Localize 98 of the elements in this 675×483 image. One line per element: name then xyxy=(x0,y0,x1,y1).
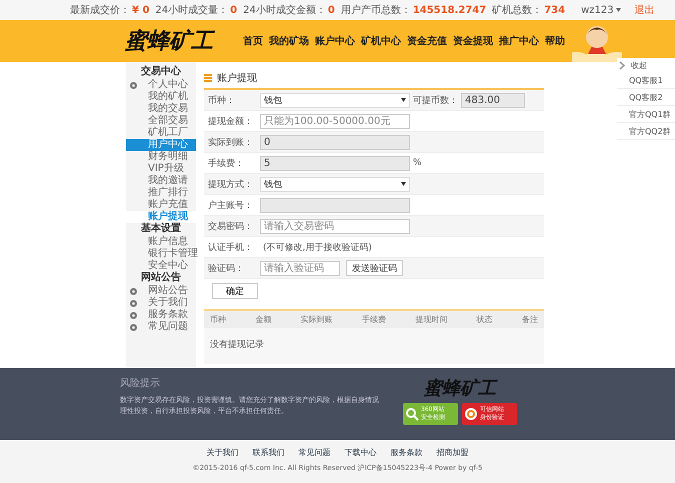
column-header: 币种 xyxy=(210,314,226,325)
nav-link[interactable]: 我的矿场 xyxy=(269,34,309,48)
column-header: 金额 xyxy=(255,314,272,325)
sidebar-item[interactable]: 我的矿机 xyxy=(126,91,196,103)
footer-link[interactable]: 联系我们 xyxy=(252,447,284,458)
bullet-icon xyxy=(130,312,137,318)
logo[interactable]: 蜜蜂矿工 xyxy=(125,26,235,56)
unit-label: % xyxy=(413,158,422,168)
field-label: 币种： xyxy=(208,94,236,106)
stat-label: 矿机总数： xyxy=(492,4,542,17)
caret-icon xyxy=(401,98,406,102)
sidebar-item[interactable]: 推广排行 xyxy=(126,187,196,199)
caret-icon xyxy=(401,182,406,186)
sidebar-item[interactable]: 关于我们 xyxy=(126,297,196,309)
contact-link[interactable]: QQ客服1 xyxy=(617,72,675,89)
field-label: 验证码： xyxy=(208,262,245,274)
magnifier-icon xyxy=(405,407,419,421)
sidebar-item[interactable]: 账户提现 xyxy=(126,211,196,223)
input-field[interactable] xyxy=(260,198,410,212)
field-label: 认证手机： xyxy=(208,242,254,254)
sidebar-item[interactable]: 安全中心 xyxy=(126,260,196,272)
input-field[interactable]: 只能为100.00-50000.00元 xyxy=(260,114,410,128)
sidebar-item[interactable]: 全部交易 xyxy=(126,115,196,127)
column-header: 提现时间 xyxy=(415,314,448,325)
bullet-icon xyxy=(130,288,137,294)
nav-link[interactable]: 帮助 xyxy=(545,34,565,48)
sidebar-item[interactable]: 银行卡管理 xyxy=(126,248,196,260)
sidebar-item[interactable]: 我的交易 xyxy=(126,103,196,115)
list-icon xyxy=(204,74,212,82)
nav-link[interactable]: 账户中心 xyxy=(315,34,355,48)
input-field[interactable]: 0 xyxy=(260,134,410,150)
chevron-icon xyxy=(619,60,625,70)
stat-value: 145518.2747 xyxy=(412,4,486,16)
sidebar-item[interactable]: 用户中心 xyxy=(126,139,196,151)
sidebar-item[interactable]: 常见问题 xyxy=(126,321,196,333)
select-field[interactable]: 钱包 xyxy=(260,92,410,108)
input-field[interactable]: 请输入验证码 xyxy=(260,260,340,276)
nav-link[interactable]: 资金提现 xyxy=(453,34,493,48)
nav-link[interactable]: 推广中心 xyxy=(499,34,539,48)
sidebar-item[interactable]: 矿机工厂 xyxy=(126,127,196,139)
send-code-button[interactable]: 发送验证码 xyxy=(346,260,403,276)
stat-value: 0 xyxy=(230,4,238,16)
footer-link[interactable]: 招商加盟 xyxy=(436,447,468,458)
field-label: 提现方式： xyxy=(208,178,254,190)
contact-link[interactable]: 官方QQ2群 xyxy=(617,123,675,140)
stat-label: 最新成交价： xyxy=(70,4,130,17)
sidebar-item[interactable]: 个人中心 xyxy=(126,79,196,91)
field-label: 手续费： xyxy=(208,158,245,170)
sidebar-item[interactable]: 服务条款 xyxy=(126,309,196,321)
field-value: (不可修改,用于接收验证码) xyxy=(263,242,372,254)
contact-link[interactable]: QQ客服2 xyxy=(617,89,675,106)
field-label: 交易密码： xyxy=(208,220,254,232)
risk-title: 风险提示 xyxy=(120,377,161,390)
column-header: 手续费 xyxy=(362,314,386,325)
stat-value: 0 xyxy=(328,4,335,16)
sidebar-heading: 交易中心 xyxy=(140,66,182,78)
bullet-icon xyxy=(130,82,137,88)
user-menu[interactable]: wz123 xyxy=(581,4,621,16)
footer-link[interactable]: 常见问题 xyxy=(298,447,330,458)
sidebar-item[interactable]: VIP升级 xyxy=(126,163,196,175)
nav-link[interactable]: 矿机中心 xyxy=(361,34,401,48)
sidebar-item[interactable]: 财务明细 xyxy=(126,151,196,163)
sidebar-item[interactable]: 账户充值 xyxy=(126,199,196,211)
collapse-link[interactable]: 收起 xyxy=(617,58,675,72)
nav-link[interactable]: 首页 xyxy=(243,34,263,48)
sidebar-heading: 网站公告 xyxy=(140,272,182,284)
input-field[interactable]: 5 xyxy=(260,156,410,170)
contact-link[interactable]: 官方QQ1群 xyxy=(617,106,675,123)
field-label: 实际到账： xyxy=(208,136,254,148)
panel-title: 账户提现 xyxy=(217,72,257,85)
column-header: 实际到账 xyxy=(300,314,333,325)
stat-label: 24小时成交量： xyxy=(155,4,228,17)
stat-label: 24小时成交金额： xyxy=(243,4,326,17)
footer-link[interactable]: 服务条款 xyxy=(390,447,422,458)
footer-link[interactable]: 下载中心 xyxy=(344,447,376,458)
select-field[interactable]: 钱包 xyxy=(260,176,410,192)
stat-value: ¥ 0 xyxy=(132,4,150,16)
empty-message: 没有提现记录 xyxy=(209,338,265,352)
field-label: 户主账号： xyxy=(208,200,254,212)
sidebar-item[interactable]: 账户信息 xyxy=(126,236,196,248)
column-header: 备注 xyxy=(522,314,538,325)
bullet-icon xyxy=(130,324,137,330)
confirm-button[interactable]: 确定 xyxy=(212,283,258,299)
input-field[interactable]: 请输入交易密码 xyxy=(260,218,410,234)
footer-logo: 蜜蜂矿工 xyxy=(424,377,496,400)
sidebar-heading: 基本设置 xyxy=(140,223,182,236)
stat-label: 用户产币总数： xyxy=(340,4,411,17)
field-label: 提现金额： xyxy=(208,116,254,128)
caret-icon xyxy=(616,8,621,12)
nav-link[interactable]: 资金充值 xyxy=(407,34,447,48)
column-header: 状态 xyxy=(476,314,493,325)
footer-link[interactable]: 关于我们 xyxy=(206,447,238,458)
sidebar-item[interactable]: 网站公告 xyxy=(126,285,196,297)
bullet-icon xyxy=(130,300,137,306)
stat-value: 734 xyxy=(544,4,566,16)
sidebar-item[interactable]: 我的邀请 xyxy=(126,175,196,187)
input-field[interactable]: 483.00 xyxy=(461,92,525,108)
field-label: 可提币数： xyxy=(413,94,458,106)
